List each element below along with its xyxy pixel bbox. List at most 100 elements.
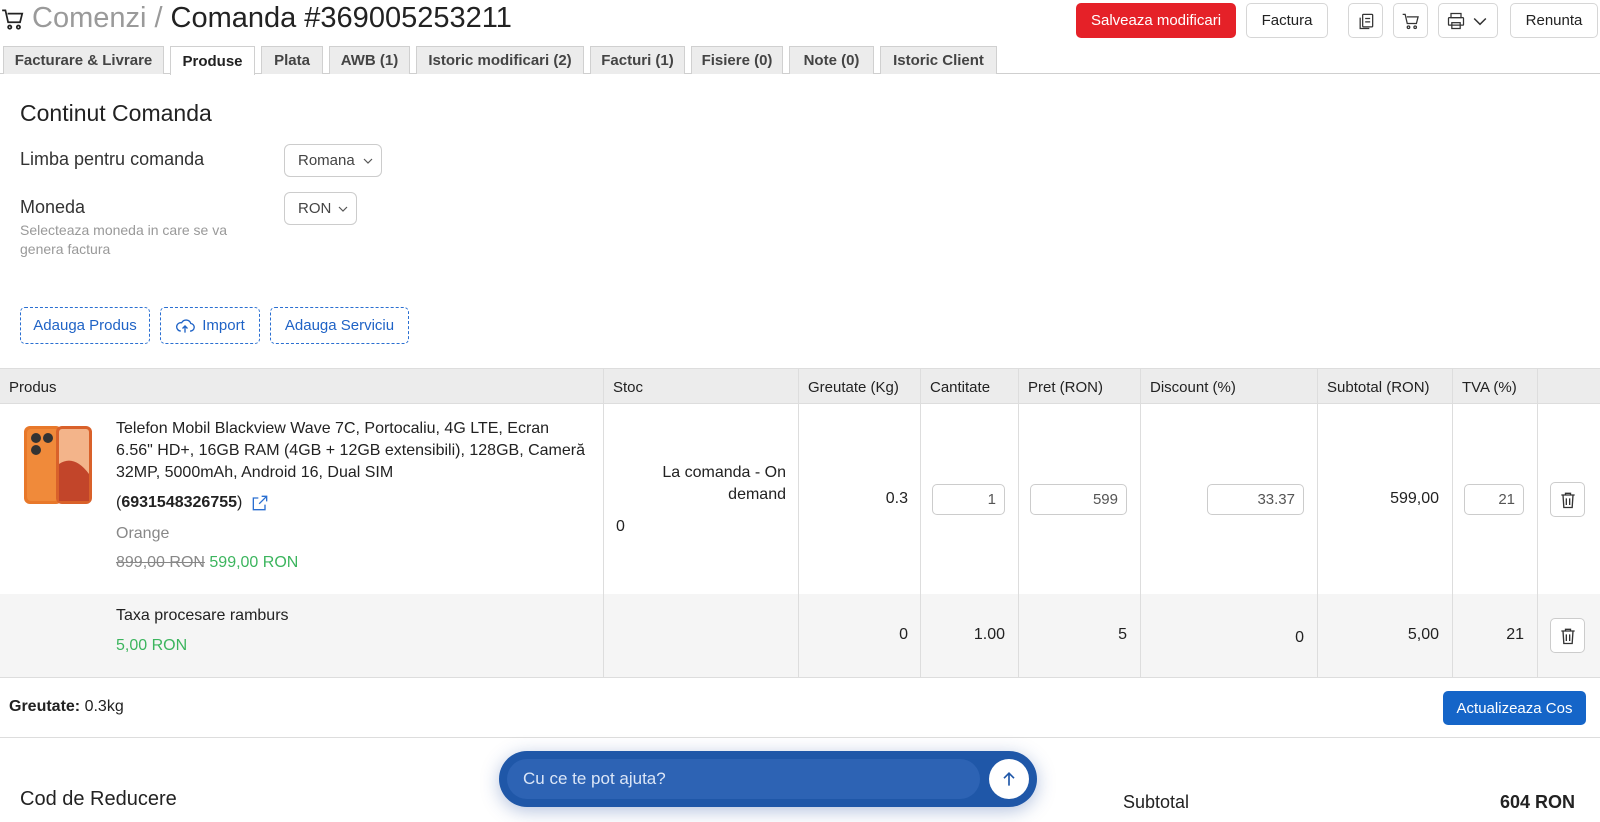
col-weight: Greutate (Kg) (798, 369, 920, 405)
tab-notes[interactable]: Note (0) (789, 46, 874, 74)
add-product-button[interactable]: Adauga Produs (20, 307, 150, 344)
page-title: Comenzi / Comanda #369005253211 (0, 2, 512, 35)
table-header: Produs Stoc Greutate (Kg) Cantitate Pret… (0, 368, 1600, 405)
tab-payment[interactable]: Plata (261, 46, 323, 74)
col-subtotal: Subtotal (RON) (1317, 369, 1452, 405)
vat-value: 21 (1506, 626, 1524, 643)
printer-icon (1447, 12, 1465, 29)
tab-awb[interactable]: AWB (1) (329, 46, 410, 74)
product-image (24, 426, 92, 504)
save-button[interactable]: Salveaza modificari (1076, 3, 1236, 38)
weight-total-value: 0.3kg (84, 698, 124, 715)
column-divider (798, 368, 799, 678)
sku-paren-close: ) (237, 494, 243, 511)
column-divider (1140, 368, 1141, 678)
col-product: Produs (9, 378, 57, 396)
tab-invoices[interactable]: Facturi (1) (590, 46, 685, 74)
external-link-icon[interactable] (250, 493, 270, 513)
product-prices: 899,00 RON 599,00 RON (116, 554, 298, 572)
chevron-down-icon (363, 158, 373, 164)
language-select[interactable]: Romana (284, 144, 382, 177)
col-actions (1537, 369, 1600, 405)
language-label: Limba pentru comanda (20, 149, 205, 169)
col-price: Pret (RON) (1018, 369, 1140, 405)
assistant-chat-bar: Cu ce te pot ajuta? (499, 751, 1037, 807)
tab-client-history[interactable]: Istoric Client (880, 46, 997, 74)
product-variant: Orange (116, 525, 170, 542)
chat-input[interactable]: Cu ce te pot ajuta? (507, 759, 980, 799)
product-name[interactable]: Telefon Mobil Blackview Wave 7C, Portoca… (116, 418, 586, 484)
discount-code-title: Cod de Reducere (20, 788, 177, 810)
discount-value: 0 (1295, 629, 1304, 646)
service-price: 5,00 RON (116, 637, 188, 654)
order-subtotal: 604 RON (1499, 792, 1575, 812)
trash-icon (1560, 492, 1575, 508)
add-service-button[interactable]: Adauga Serviciu (270, 307, 409, 344)
price-input[interactable]: 599 (1030, 484, 1127, 515)
stock-quantity: 0 (616, 518, 625, 535)
currency-label: Moneda (20, 197, 86, 217)
currency-value: RON (298, 200, 332, 217)
chevron-down-icon (338, 206, 348, 212)
arrow-up-icon (1003, 771, 1015, 786)
delete-row-button[interactable] (1550, 618, 1585, 653)
weight-value: 0 (899, 626, 908, 643)
currency-help: Selecteaza moneda in care se va genera f… (20, 222, 228, 257)
price-value: 5 (1118, 626, 1127, 643)
print-dropdown-button[interactable] (1438, 3, 1498, 38)
weight-value: 0.3 (885, 490, 908, 507)
col-stock: Stoc (603, 369, 798, 405)
tab-files[interactable]: Fisiere (0) (691, 46, 783, 74)
breadcrumb-separator: / (154, 2, 163, 34)
cart-icon (2, 8, 24, 30)
cart-button[interactable] (1393, 3, 1428, 38)
column-divider (1537, 368, 1538, 678)
quantity-value: 1.00 (973, 626, 1005, 643)
weight-label: Greutate: (9, 698, 81, 715)
product-sku: (6931548326755) (116, 493, 270, 513)
stock-status: La comanda - On demand (662, 464, 786, 503)
section-title: Continut Comanda (20, 100, 212, 126)
tab-products[interactable]: Produse (170, 46, 255, 75)
service-name: Taxa procesare ramburs (116, 607, 289, 624)
subtotal-value: 599,00 (1390, 490, 1439, 507)
column-divider (1317, 368, 1318, 678)
col-quantity: Cantitate (920, 369, 1018, 405)
col-vat: TVA (%) (1452, 369, 1537, 405)
col-discount: Discount (%) (1140, 369, 1317, 405)
trash-icon (1560, 628, 1575, 644)
page-header: Comenzi / Comanda #369005253211 Salveaza… (0, 0, 1600, 46)
import-button[interactable]: Import (160, 307, 260, 344)
current-price: 599,00 RON (209, 554, 299, 571)
currency-select[interactable]: RON (284, 192, 357, 225)
total-weight: Greutate: 0.3kg (9, 698, 124, 716)
quantity-input[interactable]: 1 (932, 484, 1005, 515)
tab-billing-shipping[interactable]: Facturare & Livrare (3, 46, 164, 74)
order-title: Comanda #369005253211 (170, 2, 512, 34)
subtotal-label: Subtotal (1123, 792, 1190, 812)
table-footer: Greutate: 0.3kg Actualizeaza Cos (0, 678, 1600, 738)
invoice-button[interactable]: Factura (1246, 3, 1328, 38)
breadcrumb-orders[interactable]: Comenzi (32, 2, 146, 35)
send-button[interactable] (989, 759, 1029, 799)
cloud-upload-icon (176, 318, 196, 333)
delete-row-button[interactable] (1550, 482, 1585, 517)
copy-button[interactable] (1348, 3, 1383, 38)
old-price: 899,00 RON (116, 554, 205, 571)
discount-input[interactable]: 33.37 (1207, 484, 1304, 515)
column-divider (1452, 368, 1453, 678)
copy-icon (1359, 13, 1373, 29)
sku-value: 6931548326755 (121, 494, 238, 511)
vat-input[interactable]: 21 (1464, 484, 1524, 515)
column-divider (920, 368, 921, 678)
language-value: Romana (298, 152, 355, 169)
column-divider (1018, 368, 1019, 678)
cart-icon (1402, 13, 1419, 29)
subtotal-value: 5,00 (1407, 626, 1439, 643)
tab-change-history[interactable]: Istoric modificari (2) (416, 46, 584, 74)
column-divider (603, 368, 604, 678)
chevron-down-icon (1473, 17, 1487, 25)
cancel-button[interactable]: Renunta (1510, 3, 1598, 38)
update-cart-button[interactable]: Actualizeaza Cos (1443, 691, 1586, 725)
tab-bar: Facturare & Livrare Produse Plata AWB (1… (0, 46, 1600, 75)
